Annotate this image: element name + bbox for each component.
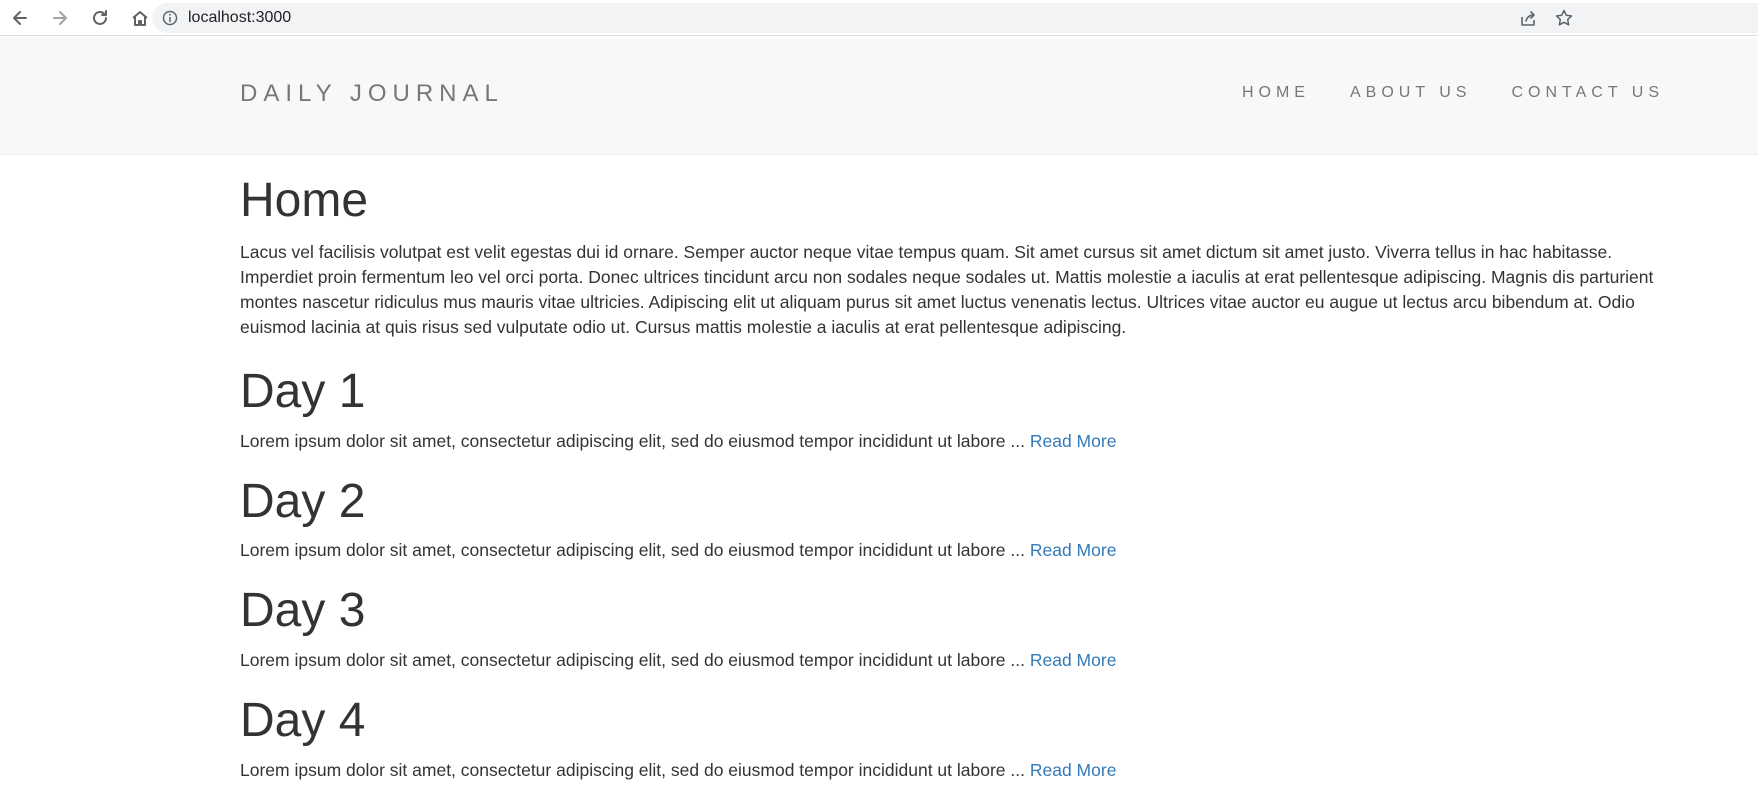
post-excerpt-text: Lorem ipsum dolor sit amet, consectetur … — [240, 759, 1025, 780]
address-bar[interactable]: localhost:3000 — [152, 3, 1758, 33]
post-item: Day 4 Lorem ipsum dolor sit amet, consec… — [240, 694, 1660, 783]
post-title: Day 2 — [240, 474, 366, 528]
read-more-link[interactable]: Read More — [1030, 431, 1117, 451]
info-icon[interactable] — [162, 10, 178, 26]
nav-link-home[interactable]: HOME — [1242, 84, 1310, 101]
browser-toolbar: localhost:3000 — [0, 0, 1758, 36]
reload-icon[interactable] — [88, 6, 112, 30]
post-item: Day 3 Lorem ipsum dolor sit amet, consec… — [240, 585, 1660, 673]
star-icon[interactable] — [1554, 8, 1574, 28]
post-item: Day 2 Lorem ipsum dolor sit amet, consec… — [240, 474, 1660, 564]
forward-arrow-icon[interactable] — [48, 6, 72, 30]
read-more-link[interactable]: Read More — [1030, 540, 1117, 560]
post-excerpt: Lorem ipsum dolor sit amet, consectetur … — [240, 538, 1660, 563]
post-excerpt-text: Lorem ipsum dolor sit amet, consectetur … — [240, 650, 1025, 671]
intro-paragraph: Lacus vel facilisis volutpat est velit e… — [240, 241, 1654, 337]
page-title: Home — [240, 174, 369, 227]
nav-link-about[interactable]: ABOUT US — [1350, 84, 1472, 101]
nav-link-contact[interactable]: CONTACT US — [1511, 84, 1664, 101]
post-title: Day 3 — [240, 584, 366, 638]
nav-item-contact: CONTACT US — [1511, 84, 1664, 102]
read-more-link[interactable]: Read More — [1030, 650, 1117, 670]
nav-item-about: ABOUT US — [1350, 84, 1472, 102]
url-text[interactable]: localhost:3000 — [188, 9, 291, 27]
nav-links: HOME ABOUT US CONTACT US — [1242, 84, 1664, 102]
post-excerpt: Lorem ipsum dolor sit amet, consectetur … — [240, 648, 1660, 673]
post-title: Day 1 — [240, 364, 366, 418]
home-icon[interactable] — [128, 6, 152, 30]
nav-item-home: HOME — [1242, 84, 1310, 102]
post-item: Day 1 Lorem ipsum dolor sit amet, consec… — [240, 364, 1660, 454]
post-excerpt: Lorem ipsum dolor sit amet, consectetur … — [240, 429, 1660, 454]
read-more-link[interactable]: Read More — [1030, 760, 1117, 780]
brand-logo[interactable]: DAILY JOURNAL — [240, 80, 504, 108]
site-navbar: DAILY JOURNAL HOME ABOUT US CONTACT US — [0, 38, 1758, 155]
post-excerpt-text: Lorem ipsum dolor sit amet, consectetur … — [240, 430, 1025, 451]
post-excerpt: Lorem ipsum dolor sit amet, consectetur … — [240, 758, 1660, 783]
share-icon[interactable] — [1518, 8, 1538, 28]
post-excerpt-text: Lorem ipsum dolor sit amet, consectetur … — [240, 540, 1025, 561]
main-content: Home Lacus vel facilisis volutpat est ve… — [240, 174, 1660, 805]
back-arrow-icon[interactable] — [8, 6, 32, 30]
post-title: Day 4 — [240, 694, 366, 748]
